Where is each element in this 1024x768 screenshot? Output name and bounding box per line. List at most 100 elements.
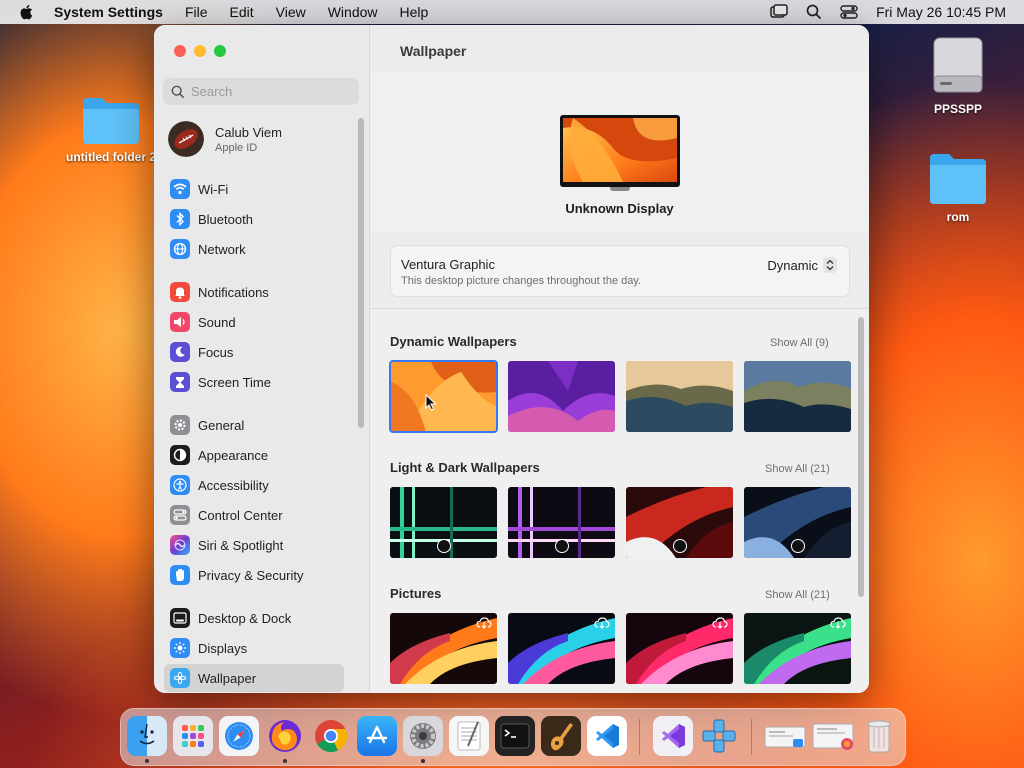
trash-icon[interactable] (859, 716, 899, 756)
menu-file[interactable]: File (185, 4, 208, 20)
wallpaper-thumb-big-sur-blue[interactable] (744, 487, 851, 558)
appearance-icon (170, 445, 190, 465)
textedit-icon[interactable] (449, 716, 489, 756)
globe-icon (170, 239, 190, 259)
sidebar-item-accessibility[interactable]: Accessibility (164, 471, 344, 499)
download-cloud-icon (712, 617, 728, 629)
chrome-icon[interactable] (311, 716, 351, 756)
vscode-icon[interactable] (587, 716, 627, 756)
menu-edit[interactable]: Edit (230, 4, 254, 20)
screenshot-icon[interactable] (763, 716, 807, 756)
wallpaper-thumb-catalina-day[interactable] (626, 361, 733, 432)
safari-icon[interactable] (219, 716, 259, 756)
sidebar-item-label: Wallpaper (198, 670, 257, 686)
menu-clock[interactable]: Fri May 26 10:45 PM (876, 4, 1006, 20)
sidebar-item-label: Desktop & Dock (198, 610, 292, 626)
search-field[interactable] (163, 78, 359, 105)
zoom-button[interactable] (214, 45, 226, 57)
system-settings-icon[interactable] (403, 716, 443, 756)
account-subtitle: Apple ID (215, 141, 258, 154)
sidebar: Calub Viem Apple ID Wi-Fi Bluetooth Netw… (154, 25, 370, 693)
wallpaper-thumb-picture-4[interactable] (744, 613, 851, 684)
section-title-pictures: Pictures (390, 586, 442, 601)
wallpaper-mode-select[interactable]: Dynamic (767, 257, 837, 273)
menu-help[interactable]: Help (400, 4, 429, 20)
monitor-icon (560, 115, 680, 187)
desktop-folder-untitled[interactable]: untitled folder 2 (56, 94, 166, 164)
gallery-scrollbar[interactable] (858, 317, 864, 597)
wallpaper-thumb-mac-green[interactable] (390, 487, 497, 558)
ppsspp-icon[interactable] (699, 716, 739, 756)
moon-icon (170, 342, 190, 362)
dock (120, 708, 906, 766)
sidebar-item-privacy-security[interactable]: Privacy & Security (164, 561, 344, 589)
mode-select-value: Dynamic (767, 257, 818, 273)
sidebar-item-wifi[interactable]: Wi-Fi (164, 175, 344, 203)
wallpaper-thumb-mac-purple[interactable] (508, 487, 615, 558)
light-dark-badge-icon (437, 539, 451, 553)
folder-icon (930, 154, 986, 204)
apple-menu-icon[interactable] (18, 3, 36, 21)
menu-extras: Fri May 26 10:45 PM (770, 0, 1006, 24)
sidebar-item-desktop-dock[interactable]: Desktop & Dock (164, 604, 344, 632)
sidebar-scrollbar[interactable] (358, 118, 364, 428)
wallpaper-thumb-ventura-graphic[interactable] (389, 360, 498, 433)
wallpaper-icon (170, 668, 190, 688)
search-icon (171, 85, 185, 98)
desktop-drive-ppsspp[interactable]: PPSSPP (903, 36, 1013, 116)
apple-id-account[interactable]: Calub Viem Apple ID (168, 119, 282, 159)
firefox-icon[interactable] (265, 716, 305, 756)
app-store-icon[interactable] (357, 716, 397, 756)
sidebar-item-bluetooth[interactable]: Bluetooth (164, 205, 344, 233)
close-button[interactable] (174, 45, 186, 57)
light-dark-badge-icon (791, 539, 805, 553)
search-input[interactable] (191, 84, 351, 99)
show-all-pictures[interactable]: Show All (21) (765, 589, 830, 601)
bluetooth-icon (170, 209, 190, 229)
wallpaper-thumb-monterey-purple[interactable] (508, 361, 615, 432)
wallpaper-thumb-big-sur-red[interactable] (626, 487, 733, 558)
wallpaper-thumb-catalina-night[interactable] (744, 361, 851, 432)
show-all-dynamic[interactable]: Show All (9) (770, 337, 829, 349)
wallpaper-thumb-picture-2[interactable] (508, 613, 615, 684)
launchpad-icon[interactable] (173, 716, 213, 756)
sidebar-item-sound[interactable]: Sound (164, 308, 344, 336)
sidebar-item-siri-spotlight[interactable]: Siri & Spotlight (164, 531, 344, 559)
spotlight-search-icon[interactable] (806, 4, 822, 20)
sidebar-item-label: Screen Time (198, 374, 271, 390)
sidebar-item-screen-time[interactable]: Screen Time (164, 368, 344, 396)
display-preview: Unknown Display (370, 73, 869, 233)
wallpaper-thumb-picture-1[interactable] (390, 613, 497, 684)
sidebar-item-label: Accessibility (198, 477, 269, 493)
desktop-folder-rom[interactable]: rom (903, 150, 1013, 224)
system-settings-window: Calub Viem Apple ID Wi-Fi Bluetooth Netw… (154, 25, 869, 693)
photo-icon[interactable] (811, 716, 855, 756)
sidebar-item-control-center[interactable]: Control Center (164, 501, 344, 529)
minimize-button[interactable] (194, 45, 206, 57)
sidebar-item-network[interactable]: Network (164, 235, 344, 263)
current-wallpaper-card: Ventura Graphic This desktop picture cha… (390, 245, 850, 297)
visual-studio-icon[interactable] (653, 716, 693, 756)
menu-window[interactable]: Window (328, 4, 378, 20)
sidebar-item-appearance[interactable]: Appearance (164, 441, 344, 469)
sidebar-item-general[interactable]: General (164, 411, 344, 439)
control-center-menu-icon[interactable] (840, 4, 858, 20)
show-all-light-dark[interactable]: Show All (21) (765, 463, 830, 475)
finder-icon[interactable] (127, 716, 167, 756)
menu-bar: System Settings File Edit View Window He… (0, 0, 1024, 24)
screen-mirroring-icon[interactable] (770, 4, 788, 20)
wallpaper-pane: Wallpaper Unknown Display Ventura Graphi… (370, 25, 869, 693)
sidebar-item-notifications[interactable]: Notifications (164, 278, 344, 306)
menu-app-name[interactable]: System Settings (54, 4, 163, 20)
wallpaper-thumb-picture-3[interactable] (626, 613, 733, 684)
download-cloud-icon (594, 617, 610, 629)
display-name: Unknown Display (565, 201, 674, 216)
light-dark-badge-icon (673, 539, 687, 553)
sidebar-item-displays[interactable]: Displays (164, 634, 344, 662)
sidebar-item-wallpaper[interactable]: Wallpaper (164, 664, 344, 692)
menu-view[interactable]: View (276, 4, 306, 20)
garageband-icon[interactable] (541, 716, 581, 756)
chevron-updown-icon (823, 257, 837, 273)
sidebar-item-focus[interactable]: Focus (164, 338, 344, 366)
terminal-icon[interactable] (495, 716, 535, 756)
